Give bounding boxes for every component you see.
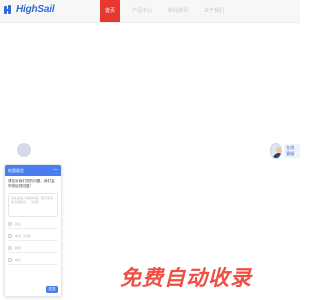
customer-service-widget[interactable]: 在线客服	[270, 143, 300, 159]
logo-text: HighSail	[16, 4, 55, 15]
email-field[interactable]: 邮箱	[8, 244, 58, 253]
email-placeholder: 邮箱	[15, 246, 22, 250]
phone-placeholder: 电话（必填）	[15, 234, 34, 238]
page: HighSail 首页 产品中心 新闻资讯 关于我们 在线客服 给我留言 — 请…	[0, 0, 300, 300]
address-field[interactable]: 地址	[8, 256, 58, 265]
chat-message: 请告诉我们您的问题，我们会尽快给您回复！	[8, 179, 55, 188]
sail-logo-icon	[4, 4, 14, 15]
phone-field[interactable]: 电话（必填）	[8, 232, 58, 241]
chat-header: 给我留言 —	[5, 165, 61, 176]
user-icon	[8, 222, 12, 226]
nav-item-about[interactable]: 关于我们	[200, 0, 228, 22]
address-placeholder: 地址	[15, 258, 22, 262]
chat-panel: 给我留言 — 请告诉我们您的问题，我们会尽快给您回复！ 请在此输入留言内容，我们…	[4, 164, 62, 297]
send-button[interactable]: 发送	[46, 286, 58, 293]
main-nav: 首页 产品中心 新闻资讯 关于我们	[100, 0, 236, 22]
agent-avatar-icon	[270, 143, 283, 159]
header: HighSail 首页 产品中心 新闻资讯 关于我们	[0, 0, 300, 22]
location-icon	[8, 258, 12, 262]
customer-service-label: 在线客服	[284, 144, 300, 158]
name-field[interactable]: 姓名	[8, 220, 58, 229]
logo[interactable]: HighSail	[4, 4, 55, 15]
name-placeholder: 姓名	[15, 222, 22, 226]
phone-icon	[8, 234, 12, 238]
nav-item-news[interactable]: 新闻资讯	[164, 0, 192, 22]
nav-item-products[interactable]: 产品中心	[128, 0, 156, 22]
watermark-text: 免费自动收录	[120, 266, 252, 290]
mail-icon	[8, 246, 12, 250]
minimize-icon[interactable]: —	[53, 168, 58, 173]
header-divider	[0, 22, 300, 23]
message-textarea[interactable]: 请在此输入留言内容，我们会尽快与您联系。（必填）	[8, 193, 58, 217]
chat-title: 给我留言	[8, 167, 24, 173]
chat-toggle-icon[interactable]	[17, 143, 31, 157]
nav-item-home[interactable]: 首页	[100, 0, 121, 22]
